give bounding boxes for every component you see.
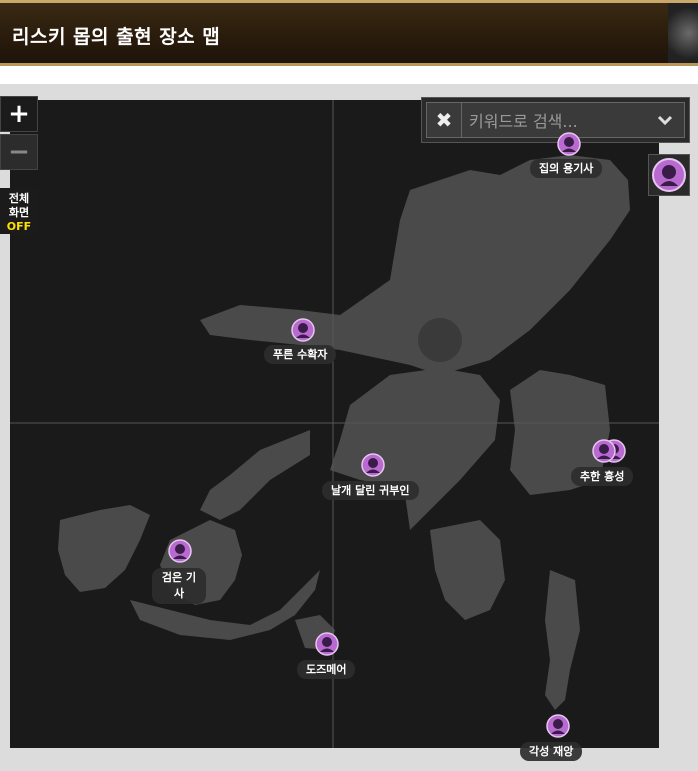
monster-avatar-icon: [546, 714, 570, 738]
fullscreen-label-line1: 전체: [8, 192, 30, 205]
monster-avatar-icon: [592, 439, 616, 463]
monster-avatar-icon: [652, 158, 686, 192]
marker-label: 날개 달린 귀부인: [322, 481, 419, 500]
chevron-down-icon[interactable]: [656, 109, 674, 133]
monster-avatar-icon: [315, 632, 339, 656]
monster-avatar-icon: [557, 132, 581, 156]
marker-label: 집의 용기사: [530, 159, 603, 178]
zoom-in-button[interactable]: +: [0, 96, 38, 132]
monster-avatar-icon: [361, 453, 385, 477]
marker-label: 푸른 수확자: [264, 345, 337, 364]
search-input[interactable]: [467, 107, 646, 135]
zoom-out-button[interactable]: −: [0, 134, 38, 170]
monster-avatar-icon: [291, 318, 315, 342]
marker-label: 검은 기사: [152, 568, 206, 604]
fullscreen-label-line2: 화면: [8, 206, 30, 219]
search-box: ✖: [421, 97, 690, 143]
monster-avatar-icon: [168, 539, 192, 563]
marker-label: 도즈메어: [297, 660, 356, 679]
clear-icon[interactable]: ✖: [427, 103, 462, 137]
monster-filter-button[interactable]: [648, 154, 690, 196]
page-header: 리스키 몹의 출현 장소 맵: [0, 0, 698, 66]
search-field-wrapper: ✖: [426, 102, 685, 138]
fullscreen-toggle[interactable]: 전체 화면 OFF: [0, 188, 38, 234]
page-title: 리스키 몹의 출현 장소 맵: [12, 26, 221, 48]
fullscreen-state: OFF: [6, 220, 32, 233]
header-decoration: [668, 3, 698, 63]
marker-label: 각성 재앙: [520, 742, 583, 761]
marker-label: 추한 흉성: [571, 467, 634, 486]
zoom-controls: + −: [0, 96, 38, 170]
